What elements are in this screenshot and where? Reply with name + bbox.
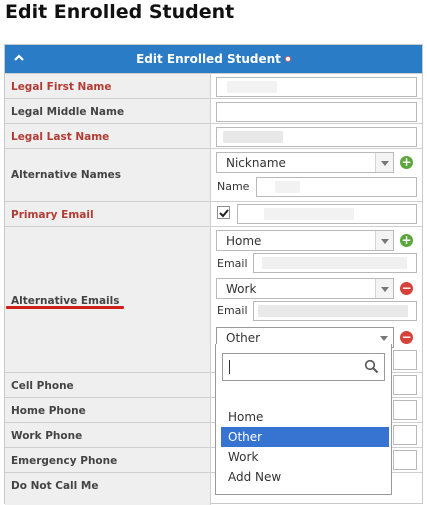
alt-email-3-input[interactable] <box>393 350 417 370</box>
primary-email-input[interactable] <box>237 204 417 224</box>
panel-header: Edit Enrolled Student <box>5 45 422 73</box>
select-value: Home <box>226 234 262 248</box>
remove-alternative-email-icon[interactable]: − <box>400 331 413 344</box>
alt-email-1-type-select[interactable]: Home <box>216 230 394 251</box>
chevron-down-icon <box>375 279 393 298</box>
label-cell-phone: Cell Phone <box>11 380 74 392</box>
email-label: Email <box>217 257 248 270</box>
dropdown-option-other[interactable]: Other <box>221 427 389 447</box>
label-legal-last-name: Legal Last Name <box>11 131 110 143</box>
label-emergency-phone: Emergency Phone <box>11 455 118 467</box>
row-legal-last-name: Legal Last Name <box>5 123 422 148</box>
remove-alternative-email-icon[interactable]: − <box>400 282 413 295</box>
email-type-dropdown: Home Other Work Add New <box>215 344 392 495</box>
alt-email-1-input[interactable] <box>253 253 417 273</box>
row-alternative-names: Alternative Names Nickname + Name <box>5 148 422 201</box>
select-value: Other <box>226 331 261 345</box>
annotation-underline <box>6 306 124 309</box>
label-work-phone: Work Phone <box>11 430 83 442</box>
dropdown-option-work[interactable]: Work <box>221 447 389 467</box>
cell-phone-input[interactable] <box>393 375 417 395</box>
redacted-value <box>258 305 408 317</box>
add-alternative-email-icon[interactable]: + <box>400 234 413 247</box>
redacted-value <box>227 81 277 93</box>
legal-first-name-input[interactable] <box>216 77 417 97</box>
redacted-value <box>262 257 407 269</box>
work-phone-input[interactable] <box>393 425 417 445</box>
redacted-value <box>223 131 283 143</box>
primary-email-checkbox[interactable] <box>217 206 230 219</box>
legal-middle-name-input[interactable] <box>216 102 417 122</box>
label-home-phone: Home Phone <box>11 405 86 417</box>
legal-last-name-input[interactable] <box>216 127 417 147</box>
row-legal-middle-name: Legal Middle Name <box>5 98 422 123</box>
dropdown-option-add-new[interactable]: Add New <box>221 467 389 487</box>
alternative-name-type-select[interactable]: Nickname <box>216 152 394 173</box>
dropdown-option-home[interactable]: Home <box>221 407 389 427</box>
label-legal-middle-name: Legal Middle Name <box>11 106 125 118</box>
home-phone-input[interactable] <box>393 400 417 420</box>
label-legal-first-name: Legal First Name <box>11 81 112 93</box>
alternative-name-input[interactable] <box>256 177 417 197</box>
alt-email-2-input[interactable] <box>253 301 417 321</box>
select-value: Nickname <box>226 156 286 170</box>
redacted-value <box>264 208 354 220</box>
required-indicator-icon <box>284 56 291 62</box>
dropdown-search-input[interactable] <box>222 353 385 381</box>
alt-email-2-type-select[interactable]: Work <box>216 278 394 299</box>
emergency-phone-input[interactable] <box>393 450 417 470</box>
chevron-down-icon <box>375 231 393 250</box>
label-alternative-names: Alternative Names <box>11 169 122 181</box>
row-legal-first-name: Legal First Name <box>5 73 422 98</box>
email-label: Email <box>217 304 248 317</box>
page-title: Edit Enrolled Student <box>5 1 235 23</box>
label-do-not-call-me: Do Not Call Me <box>11 480 99 492</box>
text-cursor <box>229 360 230 374</box>
name-label: Name <box>217 180 250 193</box>
search-icon <box>364 359 379 374</box>
label-primary-email: Primary Email <box>11 209 94 221</box>
chevron-down-icon <box>375 153 393 172</box>
redacted-value <box>275 181 300 193</box>
add-alternative-name-icon[interactable]: + <box>400 156 413 169</box>
select-value: Work <box>226 282 257 296</box>
row-primary-email: Primary Email <box>5 201 422 226</box>
panel-title: Edit Enrolled Student <box>136 52 281 66</box>
checkmark-icon <box>219 209 229 218</box>
